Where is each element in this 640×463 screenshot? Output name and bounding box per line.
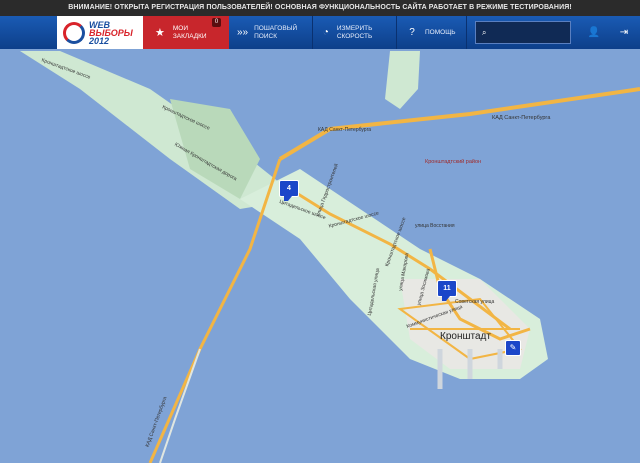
warning-banner: ВНИМАНИЕ! ОТКРЫТА РЕГИСТРАЦИЯ ПОЛЬЗОВАТЕ… xyxy=(0,0,640,16)
favorites-label: МОИ ЗАКЛАДКИ xyxy=(172,24,207,40)
city-label: Кронштадт xyxy=(440,331,491,342)
speedometer-icon: ◔ xyxy=(322,27,329,38)
user-button[interactable]: 👤 xyxy=(579,16,609,49)
poi-icon[interactable]: ✎ xyxy=(505,340,521,356)
favorites-button[interactable]: ★ МОИ ЗАКЛАДКИ 0 xyxy=(143,16,229,49)
logout-button[interactable]: ⇥ xyxy=(609,16,639,49)
site-logo[interactable]: WEB ВЫБОРЫ 2012 xyxy=(57,16,143,49)
road-label-vosstaniya: улица Восстания xyxy=(415,223,455,229)
logo-line3: 2012 xyxy=(89,35,110,46)
favorites-count-badge: 0 xyxy=(212,18,221,27)
map-canvas xyxy=(0,49,640,463)
speed-test-label: ИЗМЕРИТЬ СКОРОСТЬ xyxy=(336,24,373,40)
logo-icon xyxy=(63,21,85,44)
help-label: ПОМОЩЬ xyxy=(425,28,456,36)
step-search-button[interactable]: »» ПОШАГОВЫЙ ПОИСК xyxy=(229,16,313,49)
exit-icon: ⇥ xyxy=(619,27,629,38)
district-label: Кронштадтский район xyxy=(425,159,482,165)
road-label-kad-east: КАД Санкт-Петербурга xyxy=(492,115,551,121)
road-label-kad-north: КАД Санкт-Петербурга xyxy=(318,127,372,133)
map-marker-11[interactable]: 11 xyxy=(437,280,457,301)
user-icon: 👤 xyxy=(587,27,601,38)
search-icon: ⌕ xyxy=(482,27,487,37)
search-input[interactable]: ⌕ xyxy=(475,21,571,44)
help-icon: ? xyxy=(409,27,415,38)
star-icon: ★ xyxy=(155,27,165,39)
map-view[interactable]: КАД Санкт-Петербурга КАД Санкт-Петербург… xyxy=(0,49,640,463)
step-search-label: ПОШАГОВЫЙ ПОИСК xyxy=(254,24,298,40)
step-search-icon: »» xyxy=(237,27,249,38)
map-marker-4[interactable]: 4 xyxy=(279,180,299,201)
top-nav: WEB ВЫБОРЫ 2012 ★ МОИ ЗАКЛАДКИ 0 »» ПОША… xyxy=(0,16,640,49)
speed-test-button[interactable]: ◔ ИЗМЕРИТЬ СКОРОСТЬ xyxy=(313,16,397,49)
help-button[interactable]: ? ПОМОЩЬ xyxy=(397,16,467,49)
